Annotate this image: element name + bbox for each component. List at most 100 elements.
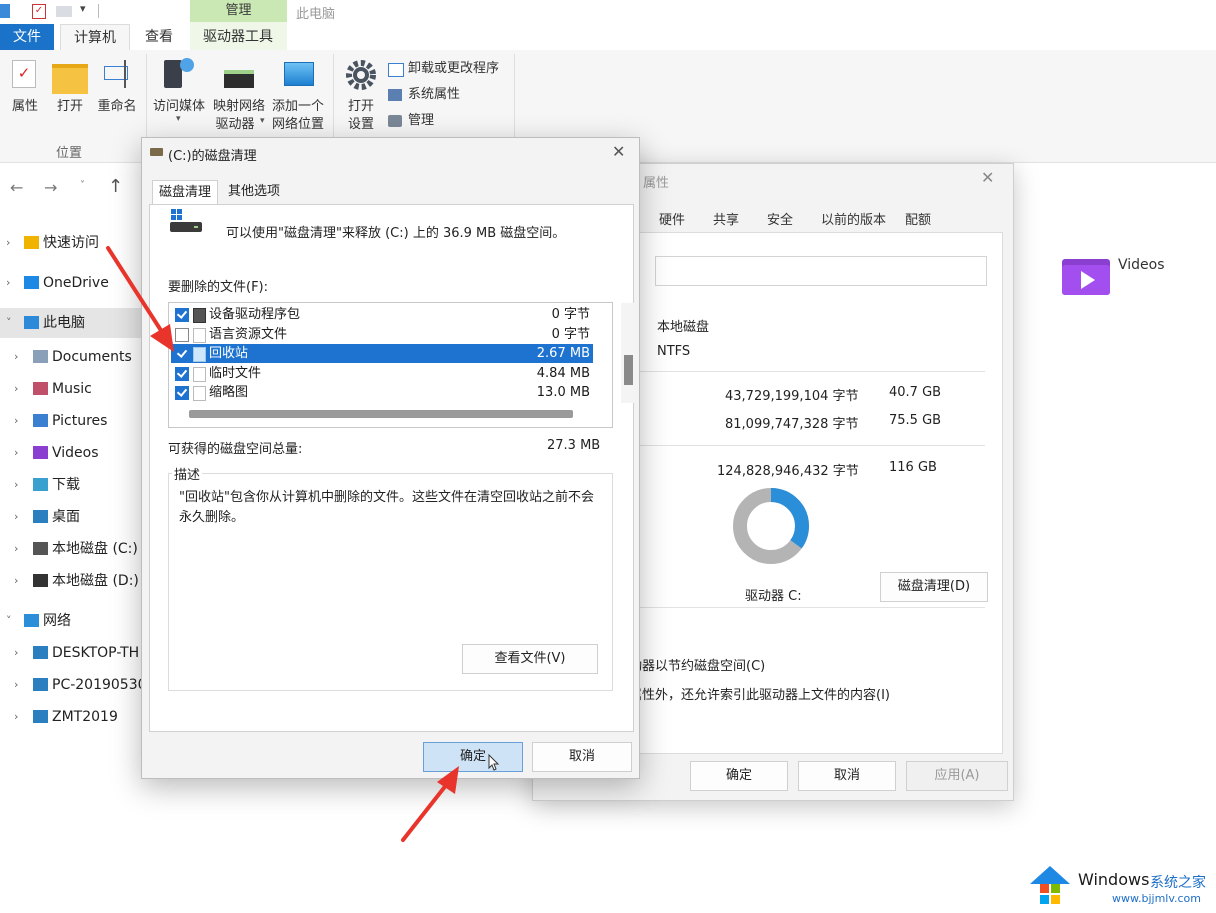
- expand-chevron-icon[interactable]: ›: [14, 374, 18, 404]
- view-files-button[interactable]: 查看文件(V): [462, 644, 598, 674]
- tab-hardware[interactable]: 硬件: [659, 209, 685, 228]
- close-icon[interactable]: ✕: [981, 168, 994, 187]
- compress-option-label[interactable]: 动器以节约磁盘空间(C): [629, 655, 765, 674]
- tab-file[interactable]: 文件: [0, 24, 54, 50]
- drive-type-value: 本地磁盘: [657, 320, 710, 335]
- open-folder-icon: [52, 64, 88, 94]
- nav-item[interactable]: › DESKTOP-TH: [0, 638, 150, 668]
- media-disc-icon: [180, 58, 194, 72]
- open-settings-button[interactable]: 打开 设置: [340, 56, 382, 134]
- divider: [629, 371, 985, 372]
- expand-chevron-icon[interactable]: ›: [14, 502, 18, 532]
- videos-folder[interactable]: Videos: [1060, 255, 1180, 299]
- close-icon[interactable]: ✕: [612, 142, 625, 161]
- tab-sharing[interactable]: 共享: [713, 209, 739, 228]
- map-network-drive-button[interactable]: 映射网络 驱动器 ▾: [210, 56, 268, 134]
- tab-view[interactable]: 查看: [134, 24, 184, 50]
- properties-button[interactable]: ✓ 属性: [6, 58, 44, 118]
- expand-chevron-icon[interactable]: ›: [14, 566, 18, 596]
- file-list-row[interactable]: 回收站 2.67 MB: [171, 344, 593, 363]
- tab-disk-cleanup[interactable]: 磁盘清理: [152, 180, 219, 205]
- expand-chevron-icon[interactable]: ›: [14, 534, 18, 564]
- forward-arrow-icon[interactable]: →: [44, 178, 57, 197]
- access-media-button[interactable]: 访问媒体 ▾: [150, 56, 208, 126]
- cancel-button[interactable]: 取消: [532, 742, 632, 772]
- qat-dropdown-icon[interactable]: ▾: [80, 2, 86, 15]
- context-tab-manage[interactable]: 管理: [190, 0, 287, 22]
- group-label-location: 位置: [56, 146, 83, 161]
- rename-button[interactable]: 重命名: [94, 58, 140, 118]
- cleanup-app-icon: [150, 148, 163, 156]
- file-checkbox[interactable]: [175, 386, 189, 400]
- scrollbar-thumb[interactable]: [624, 355, 633, 385]
- index-option-label[interactable]: 属性外，还允许索引此驱动器上文件的内容(I): [629, 684, 890, 703]
- network-drive-icon: [224, 70, 254, 88]
- system-properties-button[interactable]: 系统属性: [388, 86, 512, 106]
- expand-chevron-icon[interactable]: ›: [14, 438, 18, 468]
- file-list-row[interactable]: 语言资源文件 0 字节: [171, 325, 593, 344]
- nav-item[interactable]: › 桌面: [0, 502, 150, 532]
- properties-title: 属性: [643, 176, 670, 191]
- uninstall-label: 卸载或更改程序: [408, 61, 500, 76]
- expand-chevron-icon[interactable]: ›: [6, 268, 10, 298]
- nav-item-label: Videos: [52, 445, 99, 461]
- open-button[interactable]: 打开: [50, 58, 90, 118]
- capacity-gb: 116 GB: [889, 460, 937, 475]
- expand-chevron-icon[interactable]: ›: [14, 702, 18, 732]
- checkmark-icon[interactable]: ✓: [32, 4, 46, 19]
- nav-item[interactable]: › Pictures: [0, 406, 150, 436]
- list-vertical-scrollbar[interactable]: [621, 303, 635, 403]
- nav-item[interactable]: › PC-20190530: [0, 670, 150, 700]
- tab-security[interactable]: 安全: [767, 209, 793, 228]
- computer-icon: [24, 316, 39, 329]
- rename-label: 重命名: [97, 99, 137, 114]
- expand-chevron-icon[interactable]: ›: [14, 638, 18, 668]
- file-size: 0 字节: [551, 326, 590, 342]
- files-list[interactable]: 缩略图 13.0 MB 临时文件 4.84 MB 回收站 2.67 MB 语言资源文件 0 字…: [168, 302, 635, 428]
- nav-item[interactable]: ˅ 网络: [0, 606, 150, 636]
- cancel-button[interactable]: 取消: [798, 761, 896, 791]
- tab-computer[interactable]: 计算机: [60, 24, 130, 51]
- expand-chevron-icon[interactable]: ›: [14, 670, 18, 700]
- expand-chevron-icon[interactable]: ›: [6, 228, 10, 258]
- uninstall-button[interactable]: 卸载或更改程序: [388, 60, 512, 80]
- folder-icon[interactable]: [56, 6, 72, 17]
- nav-item[interactable]: › Music: [0, 374, 150, 404]
- nav-item[interactable]: › 本地磁盘 (C:): [0, 534, 150, 564]
- add-location-label-2: 网络位置: [271, 117, 324, 132]
- expand-chevron-icon[interactable]: ˅: [6, 606, 12, 636]
- manage-button[interactable]: 管理: [388, 112, 512, 132]
- nav-item[interactable]: › 下载: [0, 470, 150, 500]
- tab-previous-versions[interactable]: 以前的版本: [821, 209, 886, 228]
- file-list-row[interactable]: 缩略图 13.0 MB: [171, 383, 593, 402]
- drive-name-field[interactable]: [655, 256, 987, 286]
- file-checkbox[interactable]: [175, 366, 189, 381]
- expand-chevron-icon[interactable]: ›: [14, 406, 18, 436]
- file-list-row[interactable]: 临时文件 4.84 MB: [171, 364, 593, 383]
- up-arrow-icon[interactable]: ↑: [108, 176, 123, 197]
- tab-quota[interactable]: 配额: [905, 209, 931, 228]
- access-media-dropdown-icon[interactable]: ▾: [176, 114, 181, 124]
- map-drive-dropdown-icon[interactable]: ▾: [260, 116, 265, 126]
- expand-chevron-icon[interactable]: ›: [14, 342, 18, 372]
- drive-cleanup-icon: [170, 208, 202, 234]
- monitor-icon: [33, 678, 48, 691]
- disk-cleanup-button[interactable]: 磁盘清理(D): [880, 572, 988, 602]
- properties-icon: ✓: [12, 60, 36, 88]
- expand-chevron-icon[interactable]: ›: [14, 470, 18, 500]
- recent-dropdown-icon[interactable]: ˅: [80, 180, 85, 191]
- back-arrow-icon[interactable]: ←: [10, 178, 23, 197]
- apply-button[interactable]: 应用(A): [906, 761, 1008, 791]
- nav-item-label: 网络: [43, 613, 71, 629]
- nav-item[interactable]: › 本地磁盘 (D:): [0, 566, 150, 596]
- watermark-url: www.bjjmlv.com: [1112, 892, 1201, 905]
- nav-item[interactable]: › Videos: [0, 438, 150, 468]
- tab-drive-tools[interactable]: 驱动器工具: [192, 24, 284, 50]
- ok-button[interactable]: 确定: [690, 761, 788, 791]
- tab-more-options[interactable]: 其他选项: [222, 180, 286, 204]
- list-horizontal-scrollbar[interactable]: [189, 410, 573, 418]
- expand-chevron-icon[interactable]: ˅: [6, 308, 12, 338]
- add-network-location-button[interactable]: 添加一个 网络位置: [268, 56, 328, 134]
- file-list-row[interactable]: 设备驱动程序包 0 字节: [171, 305, 593, 324]
- nav-item[interactable]: › ZMT2019: [0, 702, 150, 732]
